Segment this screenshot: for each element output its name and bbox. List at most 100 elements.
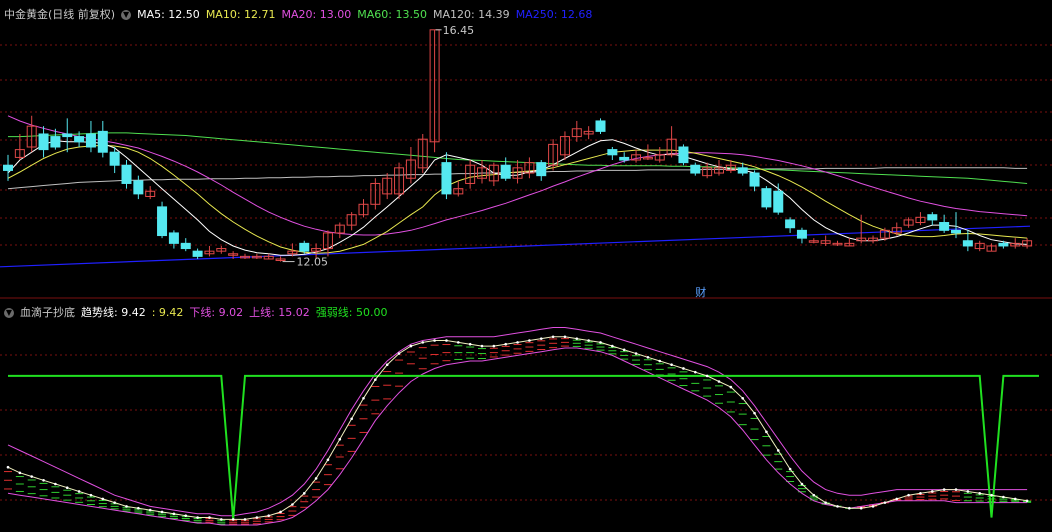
candle-down	[180, 242, 191, 250]
trend-point	[776, 449, 780, 452]
trend-point	[539, 337, 543, 340]
candle-down	[927, 214, 938, 221]
candle-down	[85, 133, 96, 148]
lower-line	[7, 347, 1028, 526]
trend-line	[7, 336, 1028, 520]
trend-point	[409, 344, 413, 348]
candle-down	[737, 167, 748, 174]
trend-point	[445, 339, 448, 342]
trend-point	[160, 510, 164, 514]
trend-point	[101, 497, 105, 501]
trend-point	[587, 339, 590, 342]
ma250-line	[0, 225, 1031, 268]
candle-down	[796, 229, 807, 239]
trend-point	[824, 501, 827, 504]
trend-point	[942, 488, 946, 491]
candle-down	[3, 164, 13, 171]
candle-down	[951, 229, 961, 234]
trend-point	[208, 516, 211, 519]
trend-point	[291, 503, 294, 506]
trend-point	[563, 335, 567, 339]
candle-down	[97, 130, 108, 153]
trend-point	[646, 355, 650, 359]
candle-down	[595, 120, 606, 132]
trend-point	[30, 475, 33, 478]
candle-down	[536, 162, 547, 177]
stock-chart[interactable]: 16.45 12.05 财	[0, 0, 1052, 532]
trend-point	[788, 467, 792, 471]
trend-point	[172, 512, 176, 516]
trend-point	[729, 385, 733, 389]
trend-point	[611, 344, 614, 348]
fin-marker: 财	[695, 285, 706, 299]
trend-point	[148, 508, 152, 512]
trend-point	[622, 348, 626, 352]
trend-point	[433, 339, 436, 342]
trend-point	[89, 493, 93, 497]
trend-point	[1013, 497, 1017, 501]
candle-down	[749, 172, 760, 187]
trend-point	[658, 359, 662, 363]
trend-point	[859, 506, 863, 510]
trend-point	[504, 342, 508, 346]
trend-point	[231, 518, 235, 521]
trend-point	[220, 518, 223, 521]
candle-down	[678, 146, 689, 164]
trend-point	[717, 380, 721, 383]
trend-point	[255, 516, 259, 519]
trend-point	[468, 342, 472, 346]
trend-point	[907, 493, 910, 497]
trend-point	[634, 352, 638, 355]
trend-point	[836, 505, 839, 508]
low-price-label: 12.05	[297, 256, 329, 269]
candle-down	[619, 156, 630, 161]
candle-down	[133, 180, 144, 195]
candle-down	[500, 164, 511, 179]
candle-down	[998, 242, 1009, 247]
candle-down	[109, 151, 120, 166]
trend-point	[919, 492, 922, 495]
trend-point	[18, 471, 22, 475]
trend-point	[125, 505, 128, 508]
trend-point	[528, 339, 531, 342]
candle-down	[785, 219, 796, 229]
candle-down	[761, 188, 772, 208]
trend-point	[599, 341, 602, 344]
trend-point	[705, 374, 709, 378]
trend-point	[137, 506, 140, 510]
trend-point	[279, 510, 282, 514]
trend-point	[931, 490, 934, 493]
trend-point	[871, 505, 875, 508]
trend-point	[883, 501, 887, 504]
trend-point	[65, 486, 69, 490]
trend-point	[800, 482, 804, 486]
trend-point	[374, 378, 377, 381]
trend-point	[196, 516, 199, 519]
candle-down	[50, 136, 61, 148]
trend-point	[812, 493, 816, 497]
candle-down	[38, 133, 49, 151]
candle-down	[62, 133, 73, 138]
trend-point	[326, 458, 330, 462]
trend-point	[575, 337, 579, 340]
trend-point	[848, 506, 851, 510]
trend-point	[314, 477, 318, 480]
candle-down	[607, 149, 618, 156]
trend-point	[302, 492, 306, 495]
trend-point	[397, 352, 401, 355]
trend-point	[54, 482, 57, 486]
high-price-label: 16.45	[443, 24, 475, 37]
trend-point	[765, 430, 768, 434]
trend-point	[457, 341, 460, 344]
trend-point	[362, 396, 365, 400]
candle-down	[157, 206, 168, 237]
trend-point	[243, 518, 247, 521]
trend-point	[385, 363, 389, 367]
trend-point	[753, 411, 756, 415]
trend-point	[670, 363, 673, 367]
strong-weak-line	[8, 374, 1039, 520]
trend-point	[990, 493, 993, 497]
candle-down	[192, 250, 203, 257]
candle-down	[939, 222, 950, 231]
candle-down	[773, 190, 784, 213]
